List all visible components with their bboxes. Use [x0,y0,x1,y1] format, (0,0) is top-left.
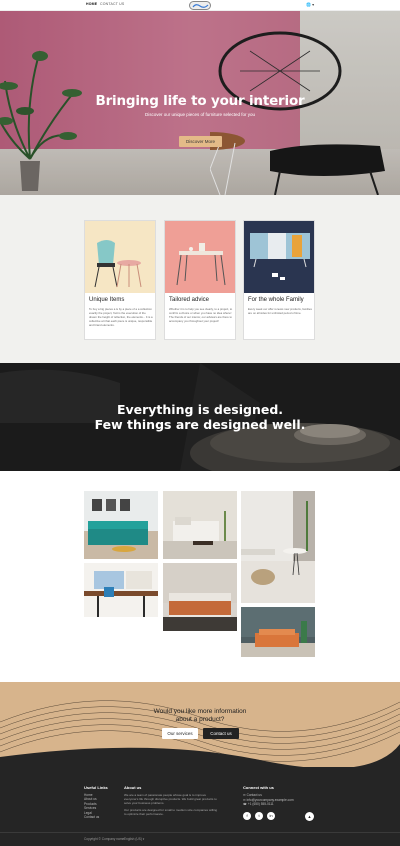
gallery-photo-bedroom[interactable] [163,563,237,631]
scroll-up-icon[interactable]: ▲ [305,812,314,821]
copyright-text: Copyright © Company name [84,837,125,841]
language-selector[interactable]: 🌐 ▾ [306,2,314,7]
feature-card: For the whole Family Every week our offe… [243,220,315,340]
card-text: To buy a big pieces a is by a piece of a… [89,307,153,327]
gallery-photo-teal-sofa[interactable] [84,491,158,559]
footer-connect-title: Connect with us [243,785,274,790]
cta-line-1: Would you like more information [153,708,247,715]
gallery-photo-lounge[interactable] [241,491,315,603]
hero-section: Bringing life to your interior Discover … [0,11,400,195]
card-text: Every week our offer renews new products… [248,307,312,315]
top-navbar: Home Contact us 🌐 ▾ [0,0,400,11]
gallery-photo-living-room[interactable] [163,491,237,559]
footer: Useful Links Home About us Products Serv… [0,767,400,846]
banner-line-1: Everything is designed. [116,402,284,417]
nav-home-link[interactable]: Home [86,2,97,6]
feature-card: Unique Items To buy a big pieces a is by… [84,220,156,340]
footer-phone: +1 (650) 555-0111 [247,802,274,807]
banner-headline: Everything is designed. Few things are d… [0,402,400,432]
facebook-icon[interactable]: f [243,812,251,820]
footer-contact-us: Contact us [246,793,262,797]
discover-more-button[interactable]: Discover More [179,136,222,147]
twitter-icon[interactable]: t [255,812,263,820]
card-text: Whether it is to help you see clearly, t… [169,307,233,323]
footer-about-text: We are a team of passionate people whose… [124,793,219,816]
footer-email: info@yourcompany.example.com [246,797,294,802]
footer-contact-list: ✉ Contact us ✉ info@yourcompany.example.… [243,793,294,807]
footer-contact-item[interactable]: ☎ +1 (650) 555-0111 [243,802,294,807]
footer-about-title: About us [124,785,142,790]
footer-language-selector[interactable]: English (US) ▾ [124,837,144,841]
footer-link-contact[interactable]: Contact us [84,815,99,819]
linkedin-icon[interactable]: in [267,812,275,820]
gallery-photo-dining[interactable] [84,563,158,617]
card-title: For the whole Family [248,297,304,303]
feature-card: Tailored advice Whether it is to help yo… [164,220,236,340]
banner-line-2: Few things are designed well. [94,417,306,432]
gallery-section [0,471,400,682]
footer-links-list: Home About us Products Services Legal Co… [84,793,99,819]
hero-title: Bringing life to your interior [95,93,305,109]
gallery-photo-orange-sofa[interactable] [241,607,315,657]
card-title: Tailored advice [169,297,210,303]
footer-about-paragraph-2: Our products are designed for small to m… [124,808,218,816]
cta-wave-decoration [0,700,400,767]
cta-section: Would you like more information about a … [0,682,400,767]
quote-banner: Everything is designed. Few things are d… [0,363,400,471]
contact-us-button[interactable]: Contact us [203,728,239,739]
company-logo[interactable] [189,1,211,10]
cta-question: Would you like more information about a … [0,708,400,724]
footer-links-title: Useful Links [84,785,108,790]
card-title: Unique Items [89,297,125,303]
nav-contact-link[interactable]: Contact us [100,2,124,6]
card-image-cabinet [244,221,314,293]
cta-line-2: about a product? [175,716,225,723]
features-section: Unique Items To buy a big pieces a is by… [0,195,400,363]
our-services-button[interactable]: Our services [162,728,198,739]
copyright-bar: Copyright © Company name English (US) ▾ [0,832,400,846]
hero-subtitle: Discover our unique pieces of furniture … [144,112,256,117]
footer-about-paragraph-1: We are a team of passionate people whose… [124,793,217,805]
card-image-table [165,221,235,293]
card-image-chairs [85,221,155,293]
